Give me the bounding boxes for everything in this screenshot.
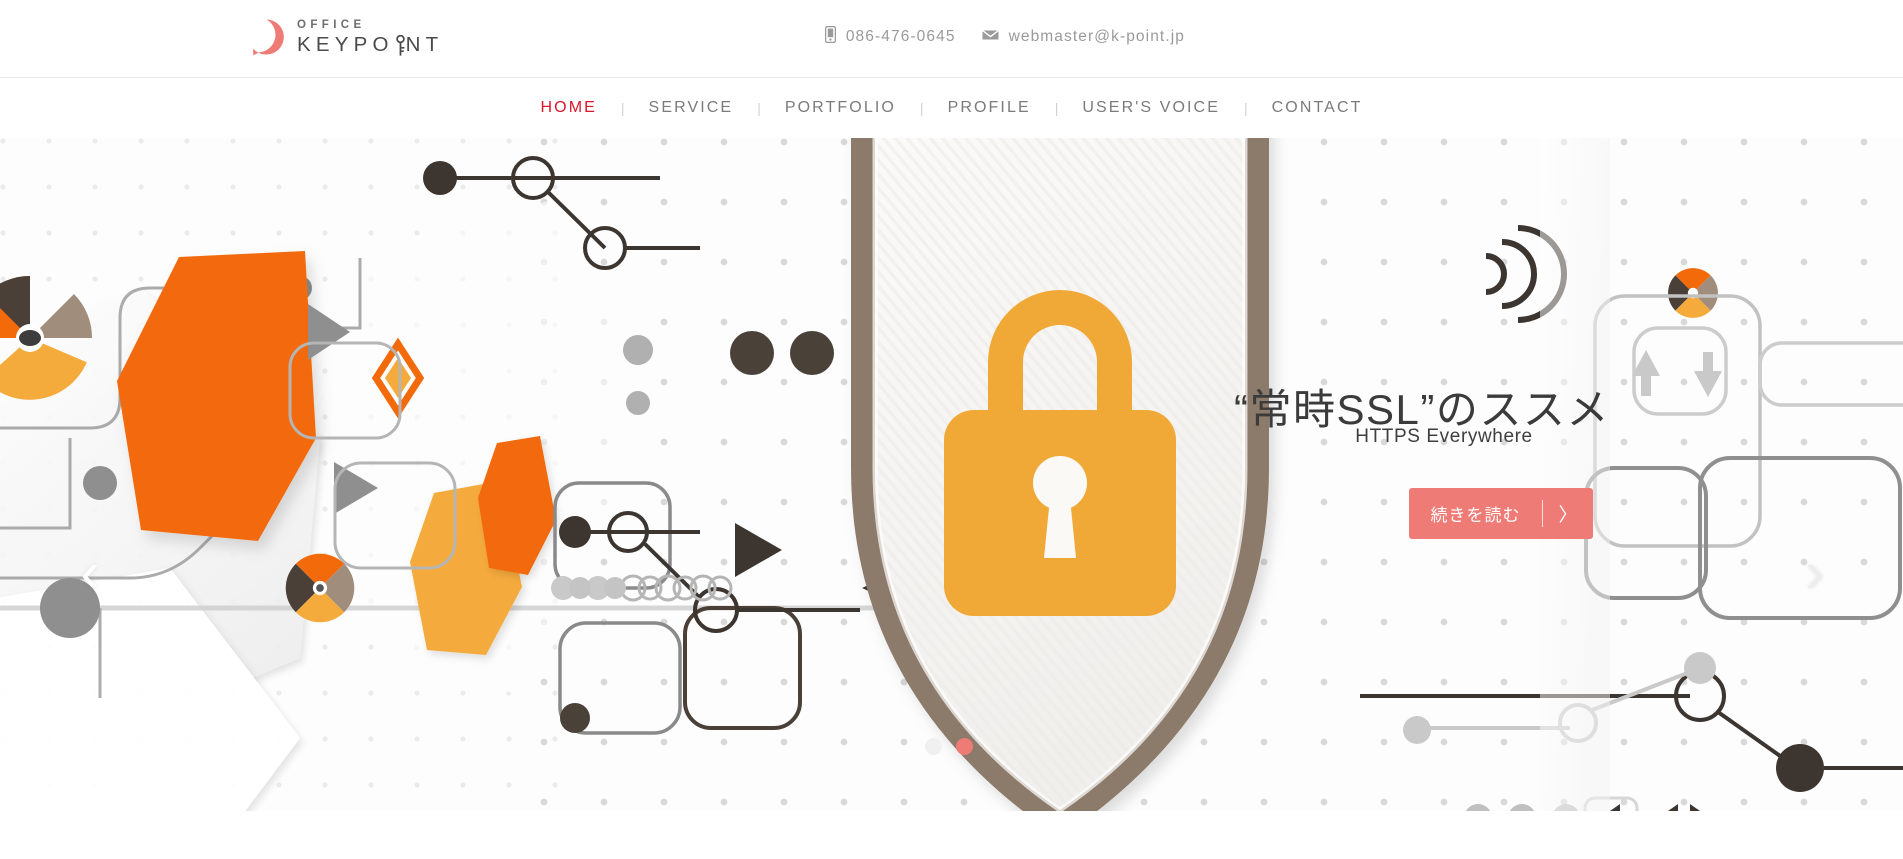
contact-phone[interactable]: 086-476-0645 (824, 25, 956, 48)
nav-item-profile[interactable]: PROFILE (924, 99, 1055, 117)
nav-item-service[interactable]: SERVICE (625, 99, 758, 117)
chevron-left-icon: ‹ (80, 540, 100, 605)
site-header: OFFICE KEYPO NT 086-476-0645 webmaster@k… (0, 0, 1903, 78)
contact-phone-value: 086-476-0645 (845, 28, 956, 45)
hero-background-graphic (0, 138, 1903, 811)
logo-keypoint-tail: NT (405, 33, 444, 56)
carousel-dot-1[interactable] (925, 738, 942, 755)
read-more-label: 続きを読む (1430, 506, 1521, 525)
hero-carousel[interactable]: “常時SSL”のススメ HTTPS Everywhere 続きを読む 〉 ‹ › (0, 138, 1903, 811)
carousel-prev-arrow[interactable]: ‹ (60, 534, 120, 612)
main-navigation: HOME | SERVICE | PORTFOLIO | PROFILE | USER'S VO… (0, 78, 1903, 138)
logo-wordmark: OFFICE KEYPO NT (297, 19, 443, 56)
page-root: OFFICE KEYPO NT 086-476-0645 webmaster@k… (0, 0, 1903, 859)
mobile-phone-icon (824, 25, 836, 48)
logo-keypoint-text: KEYPO NT (297, 33, 444, 56)
key-letter-icon (395, 34, 406, 56)
envelope-icon (981, 28, 999, 46)
nav-list: HOME | SERVICE | PORTFOLIO | PROFILE | USER'S VO… (517, 99, 1387, 117)
nav-item-contact[interactable]: CONTACT (1248, 99, 1387, 117)
nav-item-user-s-voice[interactable]: USER'S VOICE (1058, 99, 1244, 117)
contact-email[interactable]: webmaster@k-point.jp (981, 28, 1185, 46)
carousel-next-arrow[interactable]: › (1785, 534, 1845, 612)
page-bottom-whitespace (0, 811, 1903, 859)
keyhole-icon (247, 18, 286, 57)
logo-keypoint-head: KEYPO (297, 33, 394, 56)
logo-office-text: OFFICE (297, 19, 366, 32)
contact-email-value: webmaster@k-point.jp (1008, 28, 1185, 45)
nav-item-portfolio[interactable]: PORTFOLIO (761, 99, 920, 117)
header-contact-block: 086-476-0645 webmaster@k-point.jp (824, 25, 1903, 48)
carousel-dot-2-active[interactable] (956, 738, 973, 755)
chevron-right-icon: 〉 (1558, 505, 1578, 526)
carousel-dots (925, 738, 973, 755)
nav-item-home[interactable]: HOME (517, 99, 621, 117)
site-logo[interactable]: OFFICE KEYPO NT (247, 18, 443, 57)
chevron-right-icon: › (1805, 540, 1825, 605)
read-more-button[interactable]: 続きを読む 〉 (1409, 488, 1593, 539)
